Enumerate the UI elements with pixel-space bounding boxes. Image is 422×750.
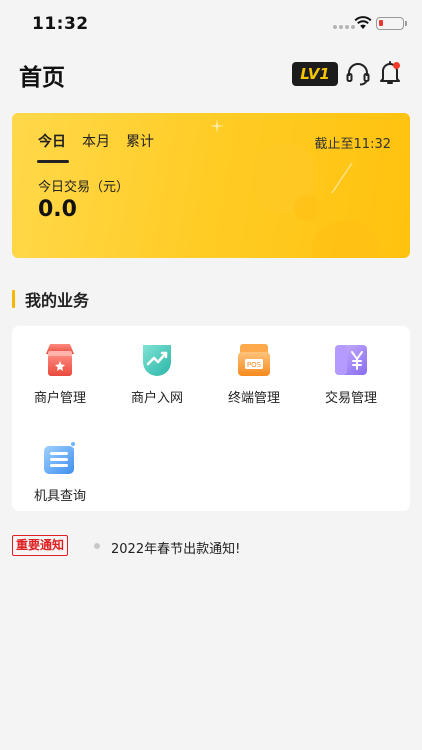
business-card: 商户管理 商户入网 POS 终端管理 交易管理 机具查询 [12, 326, 410, 511]
biz-label: 交易管理 [324, 391, 377, 406]
tab-this-month[interactable]: 本月 [82, 131, 110, 157]
biz-item-terminal-management[interactable]: POS 终端管理 [206, 340, 302, 406]
merchant-onboard-icon [143, 345, 171, 376]
customer-service-headset-icon[interactable] [345, 61, 371, 87]
wifi-icon [354, 16, 372, 29]
biz-item-device-query[interactable]: 机具查询 [12, 438, 108, 504]
transaction-yen-icon [335, 345, 367, 375]
section-accent-bar [12, 290, 15, 308]
tab-cumulative[interactable]: 累计 [126, 131, 154, 157]
metric-label: 今日交易（元） [38, 180, 130, 195]
decoration-blob [312, 221, 380, 258]
tab-today[interactable]: 今日 [37, 131, 69, 163]
cutoff-time: 截止至11:32 [314, 137, 391, 152]
biz-label: 商户入网 [130, 391, 183, 406]
status-time: 11:32 [32, 14, 89, 34]
period-tabs: 今日 本月 累计 [37, 131, 154, 163]
decoration-line [331, 162, 353, 194]
level-badge-label: LV1 [300, 65, 330, 83]
decoration-blob [294, 195, 320, 221]
biz-item-transaction-management[interactable]: 交易管理 [303, 340, 399, 406]
metric-value: 0.0 [38, 197, 77, 222]
important-notice-badge: 重要通知 [12, 535, 69, 556]
signal-icon [333, 25, 355, 29]
pos-terminal-icon: POS [238, 344, 270, 376]
sparkle-icon [210, 119, 224, 133]
section-title: 我的业务 [25, 291, 90, 310]
biz-label: 机具查询 [33, 489, 86, 504]
status-bar: 11:32 [0, 0, 422, 50]
device-query-icon [44, 442, 75, 474]
notice-bullet [94, 543, 100, 549]
biz-label: 终端管理 [227, 391, 280, 406]
merchant-shop-icon [46, 344, 74, 376]
notification-dot [393, 62, 400, 69]
level-badge[interactable]: LV1 [292, 62, 338, 86]
battery-icon [376, 17, 407, 30]
notice-link[interactable]: 2022年春节出款通知! [111, 538, 240, 557]
page-title: 首页 [19, 65, 65, 91]
svg-text:POS: POS [247, 361, 262, 369]
biz-item-merchant-management[interactable]: 商户管理 [12, 340, 108, 406]
stats-card: 今日 本月 累计 截止至11:32 今日交易（元） 0.0 [12, 113, 410, 258]
section-header: 我的业务 [12, 287, 89, 311]
biz-label: 商户管理 [33, 391, 86, 406]
biz-item-merchant-onboarding[interactable]: 商户入网 [109, 340, 205, 406]
